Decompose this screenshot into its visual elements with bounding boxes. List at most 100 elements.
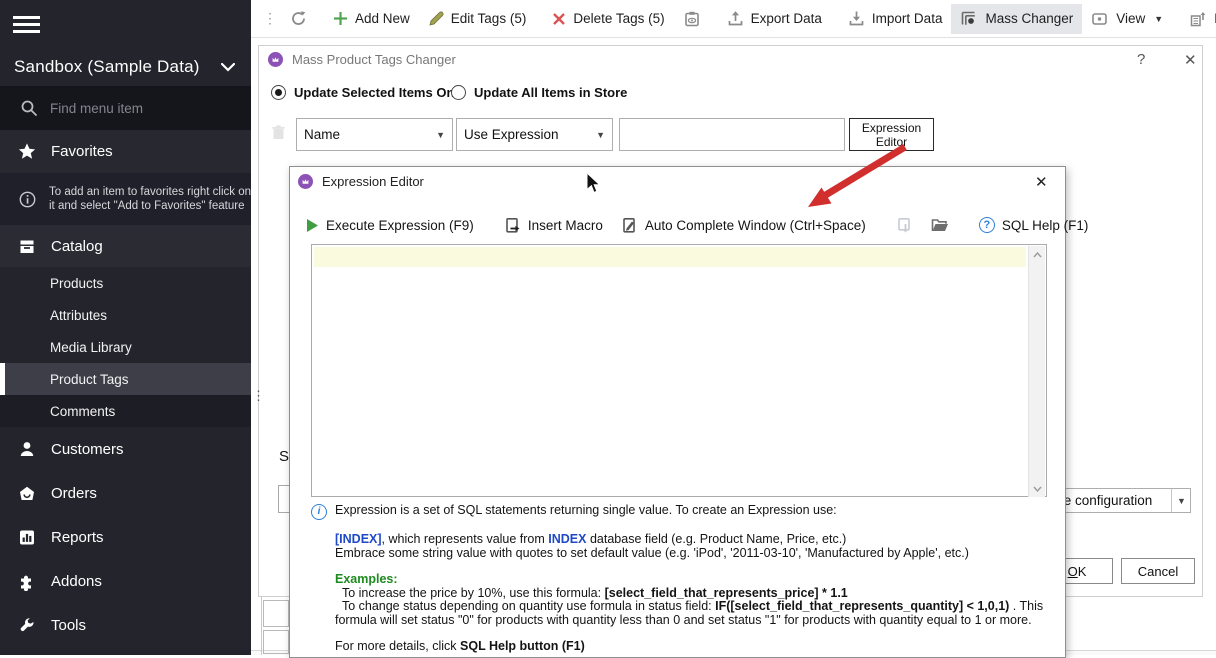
sidebar-item-comments[interactable]: Comments <box>0 395 251 427</box>
sidebar-item-reports[interactable]: Reports <box>0 515 251 559</box>
sidebar-item-addons[interactable]: Addons <box>0 559 251 603</box>
delete-tags-label: Delete Tags (5) <box>573 11 664 26</box>
add-new-label: Add New <box>355 11 410 26</box>
configuration-select[interactable]: ve configuration ▼ <box>1049 488 1191 513</box>
add-new-button[interactable]: Add New <box>324 5 419 32</box>
sidebar-item-label: Addons <box>51 573 102 590</box>
radio-unselected-icon <box>451 85 466 100</box>
insert-macro-label: Insert Macro <box>528 218 603 233</box>
store-selector[interactable]: Sandbox (Sample Data) <box>0 48 251 86</box>
sidebar-item-customers[interactable]: Customers <box>0 427 251 471</box>
preview-clipboard-button[interactable] <box>674 4 710 34</box>
examples-title: Examples: <box>335 573 1051 587</box>
editor-scrollbar[interactable] <box>1028 246 1045 497</box>
action-select[interactable]: Use Expression ▼ <box>456 118 613 151</box>
sidebar-item-label: Products <box>50 276 103 291</box>
action-select-value: Use Expression <box>464 127 559 142</box>
refresh-button[interactable] <box>281 4 316 33</box>
radio-selected-icon <box>271 85 286 100</box>
background-grid-cell <box>263 600 289 627</box>
sidebar-item-product-tags[interactable]: Product Tags <box>0 363 251 395</box>
expression-editor-textarea[interactable] <box>311 244 1047 497</box>
sidebar-item-tools[interactable]: Tools <box>0 603 251 647</box>
view-label: View <box>1116 11 1145 26</box>
example-2: To change status depending on quantity u… <box>335 600 1051 627</box>
sidebar-item-catalog[interactable]: Catalog <box>0 225 251 267</box>
info-intro: Expression is a set of SQL statements re… <box>335 504 837 518</box>
open-expression-button[interactable] <box>925 213 955 237</box>
radio-update-selected[interactable]: Update Selected Items Only <box>271 85 465 100</box>
remove-row-icon <box>270 124 287 146</box>
star-icon <box>18 143 36 161</box>
radio-update-all[interactable]: Update All Items in Store <box>451 85 627 100</box>
radio-label: Update Selected Items Only <box>294 85 465 100</box>
search-input[interactable] <box>50 101 220 116</box>
splitter-handle[interactable]: ⋮ <box>252 393 265 399</box>
sidebar-item-orders[interactable]: Orders <box>0 471 251 515</box>
export-data-button[interactable]: Export Data <box>718 4 831 33</box>
export-grid-icon <box>1189 10 1207 28</box>
toolbar-drag-handle[interactable]: ⋮ <box>259 10 281 27</box>
more-details-line: For more details, click SQL Help button … <box>335 640 1051 654</box>
sidebar-item-attributes[interactable]: Attributes <box>0 299 251 331</box>
sidebar-item-label: Tools <box>51 617 86 634</box>
cancel-label: Cancel <box>1138 564 1178 579</box>
delete-tags-button[interactable]: Delete Tags (5) <box>543 5 673 32</box>
insert-macro-button[interactable]: Insert Macro <box>498 213 609 238</box>
export-grid-button[interactable]: Export Grid ▼ <box>1180 4 1216 34</box>
hint-line: To add an item to favorites right click … <box>49 186 251 198</box>
edit-tags-label: Edit Tags (5) <box>451 11 527 26</box>
pencil-icon <box>428 11 444 27</box>
mass-changer-button[interactable]: Mass Changer <box>951 4 1082 34</box>
mouse-cursor <box>586 172 601 194</box>
dropdown-caret-icon: ▼ <box>596 130 605 140</box>
sidebar-item-label: Orders <box>51 485 97 502</box>
help-circle-icon: ? <box>979 217 995 233</box>
dialog-help-button[interactable]: ? <box>1137 51 1145 68</box>
dialog-close-button[interactable]: ✕ <box>1184 51 1197 69</box>
search-icon <box>20 99 38 117</box>
favorites-hint: To add an item to favorites right click … <box>0 173 251 225</box>
dialog-title: Mass Product Tags Changer <box>292 52 456 67</box>
view-icon <box>1091 11 1109 27</box>
main-toolbar: ⋮ Add New Edit Tags (5) Delete Tags (5) … <box>251 0 1216 38</box>
app-logo-icon <box>268 52 283 67</box>
scroll-up-icon[interactable] <box>1029 246 1045 263</box>
info-icon <box>18 190 36 208</box>
import-data-button[interactable]: Import Data <box>839 4 952 33</box>
execute-expression-button[interactable]: Execute Expression (F9) <box>300 214 480 237</box>
dialog-close-button[interactable]: ✕ <box>1035 173 1048 191</box>
puzzle-icon <box>18 572 36 590</box>
info-circle-icon: i <box>311 504 327 520</box>
sql-help-button[interactable]: ? SQL Help (F1) <box>973 213 1095 237</box>
field-select[interactable]: Name ▼ <box>296 118 453 151</box>
sidebar-item-label: Favorites <box>51 143 113 160</box>
scroll-down-icon[interactable] <box>1029 480 1045 497</box>
play-icon <box>306 218 319 233</box>
radio-label: Update All Items in Store <box>474 85 627 100</box>
background-grid-cell <box>263 630 289 654</box>
example-1: To increase the price by 10%, use this f… <box>335 587 1051 601</box>
sidebar-item-favorites[interactable]: Favorites <box>0 130 251 173</box>
sidebar-item-label: Media Library <box>50 340 132 355</box>
dropdown-caret-icon: ▼ <box>1171 489 1188 512</box>
sidebar-item-label: Attributes <box>50 308 107 323</box>
view-button[interactable]: View ▼ <box>1082 5 1172 33</box>
sql-help-label: SQL Help (F1) <box>1002 218 1089 233</box>
mass-changer-icon <box>960 10 978 28</box>
expression-editor-toolbar: Execute Expression (F9) Insert Macro Aut… <box>300 207 1055 243</box>
red-annotation-arrow <box>788 138 923 220</box>
execute-expression-label: Execute Expression (F9) <box>326 218 474 233</box>
edit-tags-button[interactable]: Edit Tags (5) <box>419 5 536 33</box>
hamburger-menu-icon[interactable] <box>13 12 40 37</box>
sidebar-item-media-library[interactable]: Media Library <box>0 331 251 363</box>
sidebar-item-label: Customers <box>51 441 124 458</box>
expression-help-text: i Expression is a set of SQL statements … <box>311 504 1051 654</box>
expression-editor-dialog: Expression Editor ✕ Execute Expression (… <box>289 166 1066 658</box>
sidebar-item-label: Catalog <box>51 238 103 255</box>
export-icon <box>727 10 744 27</box>
cancel-button[interactable]: Cancel <box>1121 558 1195 584</box>
insert-macro-icon <box>504 217 521 234</box>
sidebar-item-products[interactable]: Products <box>0 267 251 299</box>
dialog-title: Expression Editor <box>322 174 424 189</box>
